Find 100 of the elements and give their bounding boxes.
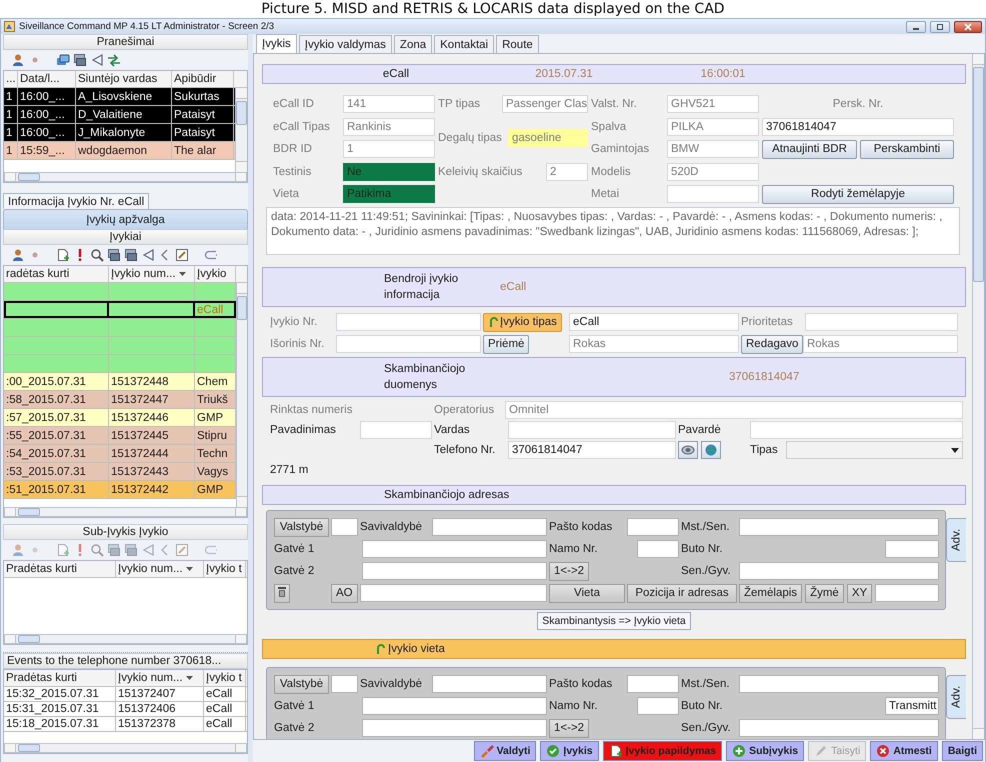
form-button[interactable]: Vieta — [549, 584, 625, 602]
text-field[interactable]: 37061814047 — [762, 118, 954, 136]
horizontal-scrollbar[interactable] — [4, 743, 247, 753]
column-header[interactable]: Pradėtas kurti — [4, 670, 116, 686]
text-field[interactable] — [627, 675, 679, 693]
text-field[interactable] — [667, 185, 759, 203]
text-field[interactable] — [336, 335, 481, 353]
text-field[interactable] — [885, 540, 939, 558]
column-header[interactable]: Įvykio t — [204, 561, 246, 577]
lookup-button[interactable] — [678, 441, 698, 459]
form-button[interactable]: XY — [846, 584, 872, 602]
tab[interactable]: Įvykio valdymas — [298, 35, 392, 53]
tab[interactable]: Įvykis — [256, 34, 297, 53]
table-row[interactable]: :53_2015.07.31 151372443 Vagys — [4, 463, 236, 481]
column-header[interactable]: Siuntėjo vardas — [76, 71, 172, 87]
tag-icon[interactable] — [203, 543, 217, 557]
text-field[interactable] — [362, 697, 547, 715]
text-field[interactable] — [875, 584, 939, 602]
form-button[interactable]: Žemėlapis — [739, 584, 802, 602]
column-header[interactable]: radėtas kurti — [4, 266, 109, 282]
type-button[interactable]: Įvykio tipas — [483, 312, 562, 332]
action-button[interactable]: Valdyti — [474, 741, 536, 761]
table-row[interactable]: :00_2015.07.31 151372448 Chem — [4, 373, 236, 391]
table-row[interactable]: :54_2015.07.31 151372444 Techn — [4, 445, 236, 463]
text-field[interactable] — [739, 518, 939, 536]
text-field[interactable]: 37061814047 — [508, 441, 676, 459]
text-field[interactable] — [637, 540, 679, 558]
form-button[interactable]: Pozicija ir adresas — [627, 584, 737, 602]
action-button[interactable]: Atmesti — [870, 741, 938, 761]
text-field[interactable] — [362, 719, 547, 737]
search-icon[interactable] — [90, 248, 104, 262]
form-button[interactable]: Perskambinti — [860, 140, 954, 158]
vertical-scrollbar[interactable] — [235, 88, 247, 172]
form-button[interactable]: Valstybė — [274, 674, 329, 694]
vertical-scrollbar[interactable] — [972, 54, 984, 739]
close-button[interactable] — [954, 20, 982, 32]
vertical-scrollbar[interactable] — [236, 283, 247, 507]
minimize-button[interactable] — [906, 20, 926, 32]
text-field[interactable] — [331, 518, 358, 536]
table-row[interactable]: 1 15:59_... wdogdaemon The alar — [4, 142, 235, 160]
tab[interactable]: Zona — [394, 35, 432, 53]
text-field[interactable]: eCall — [569, 313, 739, 331]
horizontal-scrollbar[interactable] — [4, 507, 247, 517]
text-field[interactable] — [739, 719, 939, 737]
stack-icon[interactable] — [107, 248, 121, 262]
text-field[interactable] — [432, 518, 547, 536]
form-button[interactable]: Redagavo — [741, 334, 804, 354]
delete-button[interactable] — [274, 584, 290, 602]
form-button[interactable]: AO — [331, 584, 358, 602]
tab[interactable]: Informacija Įvykio Nr. eCall — [3, 193, 150, 209]
column-header[interactable]: Įvykio num... — [116, 561, 204, 577]
form-button[interactable]: Priėmė — [483, 334, 530, 354]
text-field[interactable] — [336, 313, 481, 331]
text-field[interactable] — [360, 421, 432, 439]
person-icon[interactable] — [11, 53, 25, 67]
text-field[interactable] — [362, 562, 547, 580]
horizontal-scrollbar[interactable] — [4, 172, 247, 182]
table-row[interactable] — [4, 283, 236, 301]
maximize-button[interactable] — [930, 20, 950, 32]
text-field[interactable] — [362, 540, 547, 558]
text-field[interactable] — [432, 675, 547, 693]
triangle-left-icon[interactable] — [141, 543, 155, 557]
table-row[interactable]: :58_2015.07.31 151372447 Triukš — [4, 391, 236, 409]
cards-icon[interactable] — [56, 53, 70, 67]
edit-icon[interactable] — [175, 248, 189, 262]
form-button[interactable]: Žymė — [805, 584, 844, 602]
table-row[interactable]: 1 16:00_... D_Valaitiene Pataisyt — [4, 106, 235, 124]
table-row[interactable] — [4, 355, 236, 373]
triangle-left-icon[interactable] — [90, 53, 104, 67]
table-row[interactable]: :51_2015.07.31 151372442 GMP — [4, 481, 236, 499]
side-tab[interactable]: Adv. — [946, 518, 966, 562]
table-row[interactable]: 1 16:00_... J_Mikalonyte Pataisyt — [4, 124, 235, 142]
column-header[interactable]: Įvykio num... — [116, 670, 204, 686]
person-icon[interactable] — [11, 543, 25, 557]
form-button[interactable]: Atnaujinti BDR — [762, 140, 857, 158]
action-button[interactable]: Subįvykis — [726, 741, 804, 761]
text-field[interactable] — [360, 584, 547, 602]
text-field[interactable] — [750, 421, 963, 439]
table-row[interactable] — [4, 319, 236, 337]
column-header[interactable]: Data/l... — [18, 71, 76, 87]
column-header[interactable]: Įvykio t — [204, 670, 246, 686]
text-field[interactable] — [331, 675, 358, 693]
stack-icon[interactable] — [124, 248, 138, 262]
column-header[interactable]: Įvykio — [195, 266, 236, 282]
stack-icon[interactable] — [73, 53, 87, 67]
globe-button[interactable] — [701, 441, 721, 459]
column-header[interactable]: Pradėtas kurti — [4, 561, 116, 577]
dropdown[interactable] — [786, 441, 963, 459]
text-field[interactable] — [508, 421, 676, 439]
tab[interactable]: Kontaktai — [434, 35, 494, 53]
action-button[interactable]: Baigti — [942, 741, 983, 761]
column-header[interactable]: ... — [4, 71, 18, 87]
document-icon[interactable] — [56, 248, 70, 262]
form-button[interactable]: 1<->2 — [549, 562, 590, 580]
table-row[interactable]: 1 16:00_... A_Lisovskiene Sukurtas — [4, 88, 235, 106]
table-row[interactable]: :55_2015.07.31 151372445 Stipru — [4, 427, 236, 445]
tab[interactable]: Įvykių apžvalga — [3, 209, 248, 229]
text-field[interactable] — [739, 675, 939, 693]
form-button[interactable]: Valstybė — [274, 518, 329, 536]
form-button[interactable]: 1<->2 — [549, 718, 590, 738]
